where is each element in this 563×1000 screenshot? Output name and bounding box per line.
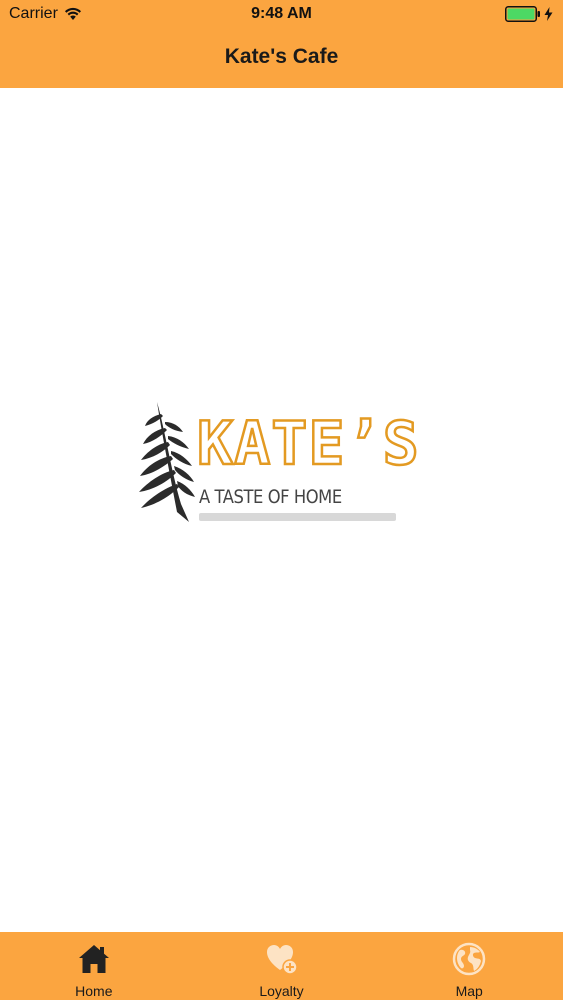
tab-bar: Home Loyalty Map [0,932,563,1000]
app-screen: Carrier 9:48 AM Kate's Cafe KATE’S A TAS… [0,0,563,1000]
kates-logo: KATE’S A TASTE OF HOME [135,400,420,525]
battery-indicator [505,6,553,22]
tab-home[interactable]: Home [0,932,188,1000]
heart-plus-icon [266,945,298,975]
tab-map[interactable]: Map [375,932,563,1000]
header: Carrier 9:48 AM Kate's Cafe [0,0,563,88]
tab-label: Loyalty [259,983,304,999]
battery-icon [505,6,540,22]
main-content: KATE’S A TASTE OF HOME [0,88,563,932]
logo-name: KATE’S [196,408,420,481]
tab-label: Home [75,983,113,999]
page-title: Kate's Cafe [224,45,339,68]
status-time: 9:48 AM [251,5,312,22]
globe-icon [452,942,486,976]
logo-tagline: A TASTE OF HOME [199,486,342,508]
logo-underline [199,513,396,521]
tab-loyalty[interactable]: Loyalty [188,932,376,1000]
status-bar: Carrier 9:48 AM [0,0,563,28]
fern-leaf-icon [139,402,195,522]
charging-bolt-icon [544,7,553,21]
home-icon [78,945,109,973]
tab-label: Map [455,983,483,999]
